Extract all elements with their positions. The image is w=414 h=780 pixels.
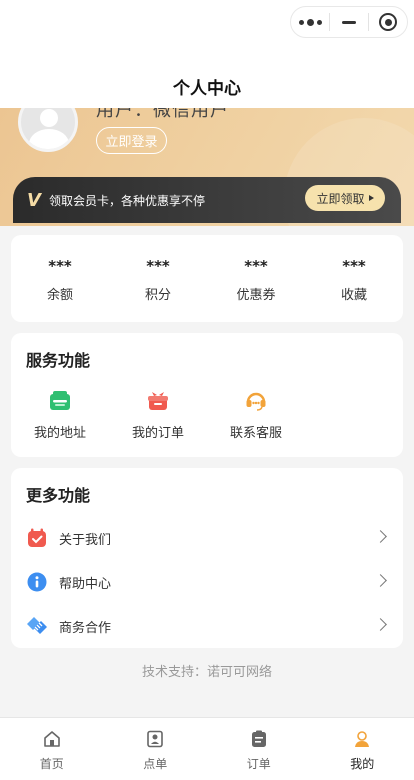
chevron-right-icon [374, 574, 387, 587]
service-my-orders[interactable]: 我的订单 [109, 389, 207, 441]
tab-label: 首页 [39, 757, 64, 771]
service-card: 服务功能 我的地址 我的订单 联系客服 [11, 333, 403, 457]
menu-icon [145, 729, 165, 749]
list-item-business-cooperation[interactable]: 商务合作 [11, 604, 403, 648]
list-item-help-center[interactable]: 帮助中心 [11, 560, 403, 604]
order-gift-icon [146, 389, 170, 413]
close-program-button[interactable] [369, 7, 407, 37]
list-item-label: 帮助中心 [59, 576, 112, 592]
stat-value: *** [48, 257, 72, 275]
tab-orders[interactable]: 订单 [207, 718, 311, 780]
minimize-icon [342, 20, 356, 24]
claim-vip-label: 立即领取 [316, 191, 365, 206]
avatar[interactable] [18, 108, 78, 152]
stat-label: 收藏 [340, 288, 367, 303]
section-title: 更多功能 [26, 486, 91, 505]
stat-label: 余额 [46, 288, 73, 303]
stat-label: 优惠券 [236, 288, 276, 303]
service-label: 我的地址 [33, 426, 86, 441]
stat-value: *** [342, 257, 366, 275]
service-label: 联系客服 [229, 426, 282, 441]
mini-program-capsule [290, 6, 408, 38]
tech-support-text: 技术支持：诺可可网络 [141, 665, 272, 680]
stat-label: 积分 [144, 288, 171, 303]
stat-favorites[interactable]: *** 收藏 [305, 235, 403, 322]
list-item-label: 商务合作 [59, 620, 112, 636]
tab-order-menu[interactable]: 点单 [104, 718, 208, 780]
tab-label: 订单 [246, 757, 271, 771]
chevron-right-icon [374, 530, 387, 543]
list-item-about-us[interactable]: 关于我们 [11, 516, 403, 560]
tab-label: 点单 [143, 757, 168, 771]
service-label: 我的订单 [131, 426, 184, 441]
stats-card: *** 余额 *** 积分 *** 优惠券 *** 收藏 [11, 235, 403, 322]
vip-promo-text: 领取会员卡，各种优惠享不停 [49, 193, 206, 208]
stat-value: *** [244, 257, 268, 275]
tab-home[interactable]: 首页 [0, 718, 104, 780]
stat-coupons[interactable]: *** 优惠券 [207, 235, 305, 322]
tab-label: 我的 [350, 757, 375, 771]
target-close-icon [379, 13, 397, 31]
minimize-button[interactable] [330, 7, 368, 37]
vip-badge-icon: V [27, 189, 41, 211]
clipboard-icon [249, 729, 269, 749]
navigation-bar: 个人中心 [0, 0, 414, 108]
address-icon [48, 389, 72, 413]
username: 用户：微信用户 [96, 108, 229, 121]
more-dots-icon [298, 18, 322, 26]
home-icon [42, 729, 62, 749]
page-title: 个人中心 [173, 79, 241, 99]
service-my-address[interactable]: 我的地址 [11, 389, 109, 441]
vip-card-bar: V 领取会员卡，各种优惠享不停 立即领取 [13, 177, 401, 223]
tab-bar: 首页 点单 订单 我的 [0, 717, 414, 780]
handshake-icon [26, 615, 48, 637]
claim-vip-button[interactable]: 立即领取 [305, 185, 385, 211]
info-icon [26, 571, 48, 593]
more-features-card: 更多功能 关于我们 帮助中心 商务合作 [11, 468, 403, 648]
user-icon [352, 729, 372, 749]
list-item-label: 关于我们 [59, 532, 112, 548]
login-button[interactable]: 立即登录 [96, 127, 167, 154]
chevron-right-icon [374, 618, 387, 631]
headset-icon [244, 389, 268, 413]
play-arrow-icon [368, 195, 374, 201]
stat-balance[interactable]: *** 余额 [11, 235, 109, 322]
service-contact-support[interactable]: 联系客服 [207, 389, 305, 441]
stat-points[interactable]: *** 积分 [109, 235, 207, 322]
stat-value: *** [146, 257, 170, 275]
calendar-icon [26, 527, 48, 549]
tab-mine[interactable]: 我的 [311, 718, 414, 780]
section-title: 服务功能 [26, 351, 91, 370]
more-options-button[interactable] [291, 7, 329, 37]
